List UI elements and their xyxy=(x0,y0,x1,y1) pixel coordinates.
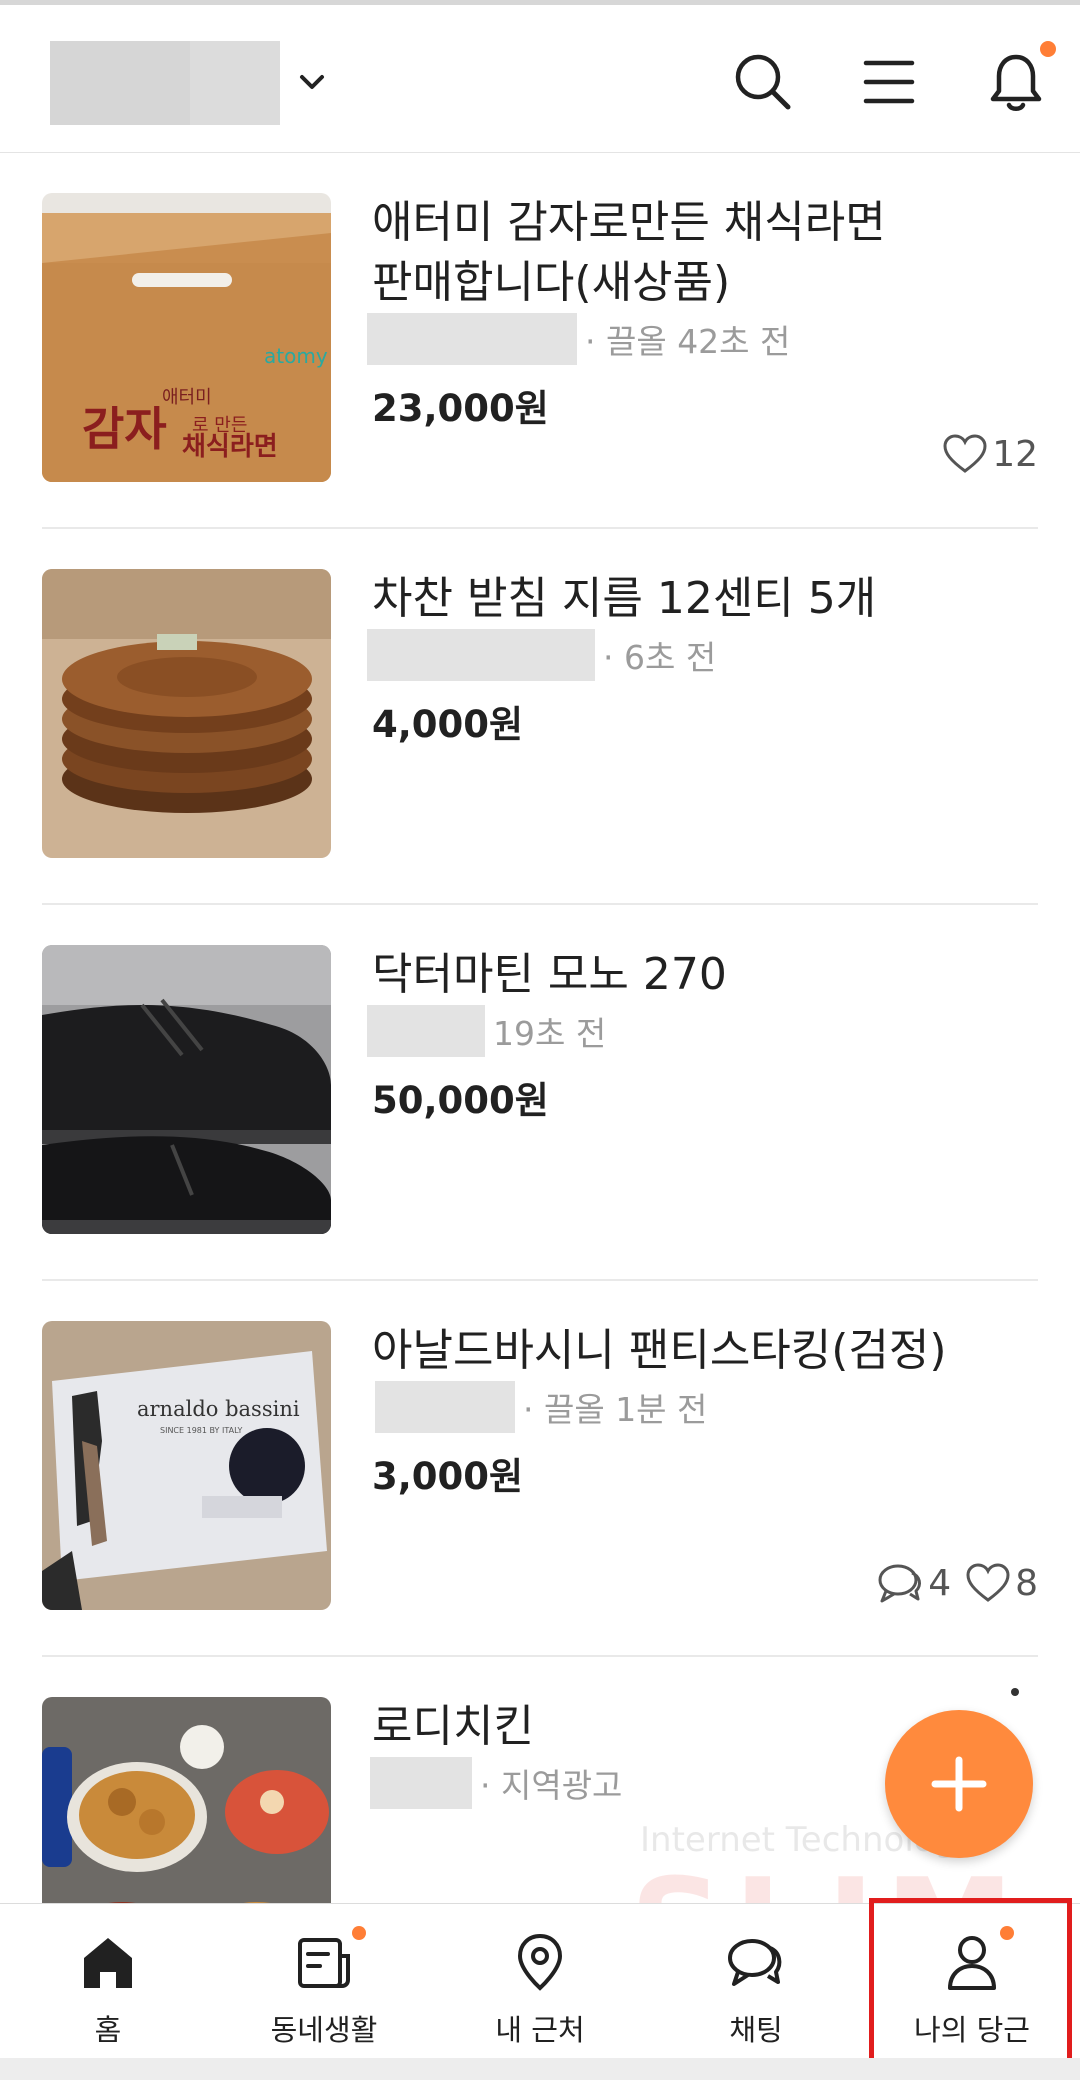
tab-label: 내 근처 xyxy=(495,2013,585,2047)
like-stat: 8 xyxy=(965,1562,1038,1604)
product-thumbnail: atomy 애터미 감자 로 만든 채식라면 xyxy=(42,193,331,482)
tab-label: 홈 xyxy=(94,2013,122,2047)
item-stats: 4 8 xyxy=(862,1561,1038,1605)
product-thumbnail: arnaldo bassini SINCE 1981 BY ITALY xyxy=(42,1321,331,1610)
search-icon[interactable] xyxy=(730,49,796,115)
item-time: 19초 전 xyxy=(493,1014,607,1053)
item-meta: 19초 전 xyxy=(367,1005,606,1057)
comment-count: 4 xyxy=(928,1562,952,1604)
like-count: 8 xyxy=(1015,1562,1038,1604)
box-text: 애터미 xyxy=(162,387,212,408)
heart-icon xyxy=(943,434,987,473)
chevron-down-icon[interactable] xyxy=(292,63,332,103)
list-item[interactable]: 차찬 받침 지름 12센티 5개 · 6초 전 4,000원 xyxy=(42,529,1038,905)
menu-icon[interactable] xyxy=(856,49,922,115)
item-price: 50,000원 xyxy=(372,1079,549,1122)
location-selector[interactable] xyxy=(50,41,280,125)
location-pin-icon xyxy=(517,1933,563,1991)
box-brand-text: atomy xyxy=(264,344,328,368)
item-price: 4,000원 xyxy=(372,703,524,746)
tab-label: 채팅 xyxy=(729,2013,783,2047)
tab-chat[interactable]: 채팅 xyxy=(648,1904,864,2059)
item-meta: · 끌올 42초 전 xyxy=(367,313,790,365)
redacted-location xyxy=(50,41,190,125)
box-brand-text: arnaldo bassini xyxy=(137,1397,300,1421)
item-title: 차찬 받침 지름 12센티 5개 xyxy=(372,573,877,624)
box-text: 채식라면 xyxy=(182,432,278,462)
item-meta: · 지역광고 xyxy=(367,1757,622,1809)
chat-bubble-icon xyxy=(878,1564,922,1603)
item-title: 아날드바시니 팬티스타킹(검정) xyxy=(372,1325,947,1376)
bell-icon[interactable] xyxy=(983,49,1049,115)
product-thumbnail xyxy=(42,1697,331,1903)
tab-label: 동네생활 xyxy=(270,2013,378,2047)
item-time: · 끌올 1분 전 xyxy=(523,1390,708,1429)
add-listing-button[interactable] xyxy=(885,1710,1033,1858)
item-stats: 12 xyxy=(928,433,1038,475)
item-price: 23,000원 xyxy=(372,387,549,430)
item-price: 3,000원 xyxy=(372,1455,524,1498)
product-thumbnail xyxy=(42,569,331,858)
item-time: · 끌올 42초 전 xyxy=(585,322,791,361)
box-subtext: SINCE 1981 BY ITALY xyxy=(160,1426,242,1435)
tab-near-me[interactable]: 내 근처 xyxy=(432,1904,648,2059)
notification-dot xyxy=(352,1926,366,1940)
box-text: 감자 xyxy=(82,402,167,456)
redacted-seller xyxy=(370,1757,472,1809)
product-thumbnail xyxy=(42,945,331,1234)
redacted-seller xyxy=(367,313,577,365)
item-meta: · 6초 전 xyxy=(367,629,716,681)
list-item[interactable]: arnaldo bassini SINCE 1981 BY ITALY 아날드바… xyxy=(42,1281,1038,1657)
redacted-seller xyxy=(367,1005,485,1057)
tab-home[interactable]: 홈 xyxy=(0,1904,216,2059)
item-meta: · 끌올 1분 전 xyxy=(367,1381,707,1433)
item-title: 애터미 감자로만든 채식라면 판매합니다(새상품) xyxy=(372,197,886,308)
heart-icon xyxy=(966,1563,1010,1602)
item-title: 닥터마틴 모노 270 xyxy=(372,949,727,1000)
redacted-location xyxy=(190,41,280,125)
like-count: 12 xyxy=(992,433,1038,475)
notification-dot xyxy=(1040,41,1056,57)
product-feed[interactable]: atomy 애터미 감자 로 만든 채식라면 애터미 감자로만든 채식라면 판매… xyxy=(0,153,1080,1903)
more-vertical-icon[interactable] xyxy=(1010,1687,1020,1727)
plus-icon xyxy=(931,1756,987,1812)
like-stat: 12 xyxy=(942,433,1038,475)
top-app-bar xyxy=(0,0,1080,153)
comment-stat: 4 xyxy=(876,1561,951,1605)
neighborhood-icon xyxy=(298,1938,350,1988)
redacted-seller xyxy=(367,629,595,681)
list-item[interactable]: 닥터마틴 모노 270 19초 전 50,000원 xyxy=(42,905,1038,1281)
home-icon xyxy=(84,1938,132,1988)
tab-neighborhood[interactable]: 동네생활 xyxy=(216,1904,432,2059)
system-nav-bar xyxy=(0,2058,1080,2080)
item-time: · 6초 전 xyxy=(603,638,717,677)
item-title: 로디치킨 xyxy=(372,1701,534,1752)
list-item[interactable]: atomy 애터미 감자 로 만든 채식라면 애터미 감자로만든 채식라면 판매… xyxy=(42,153,1038,529)
chat-icon xyxy=(728,1939,782,1986)
redacted-seller xyxy=(375,1381,515,1433)
highlight-annotation xyxy=(869,1898,1072,2070)
item-ad-label: · 지역광고 xyxy=(480,1766,623,1805)
